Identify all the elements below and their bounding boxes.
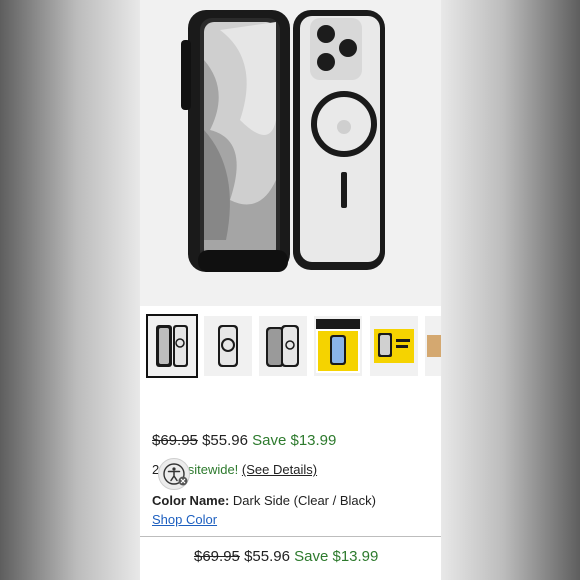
see-details-link[interactable]: (See Details) <box>242 462 317 477</box>
sticky-bar-divider <box>140 536 441 537</box>
hero-product-image[interactable] <box>140 0 441 306</box>
right-blur-border <box>441 0 580 580</box>
sticky-savings-text: Save $13.99 <box>294 548 379 565</box>
color-name-row: Color Name: Dark Side (Clear / Black) <box>152 493 376 508</box>
thumb-yellow-ad[interactable] <box>370 316 418 376</box>
magsafe-alignment-bar <box>341 172 347 208</box>
sticky-list-price: $69.95 <box>194 548 240 565</box>
left-blur-border <box>0 0 140 580</box>
color-name-value: Dark Side (Clear / Black) <box>232 493 376 508</box>
shop-color-link[interactable]: Shop Color <box>152 512 217 527</box>
thumb-back-ring[interactable] <box>204 316 252 376</box>
accessibility-button[interactable] <box>158 458 190 490</box>
thumb-partial[interactable] <box>425 316 441 376</box>
list-price: $69.95 <box>152 432 198 449</box>
thumb-front-back[interactable] <box>146 314 198 378</box>
thumbnail-strip <box>140 312 441 384</box>
price-block: $69.95 $55.96 Save $13.99 <box>152 432 336 449</box>
color-name-label: Color Name: <box>152 493 230 508</box>
camera-lens-2 <box>317 53 335 71</box>
camera-lens-3 <box>339 39 357 57</box>
product-page: $69.95 $55.96 Save $13.99 2 f sitewide! … <box>140 0 441 580</box>
phone-case-illustration <box>181 10 385 272</box>
sale-price: $55.96 <box>202 432 248 449</box>
close-badge-icon <box>178 476 188 486</box>
sticky-price-bar: $69.95 $55.96 Save $13.99 <box>194 548 378 565</box>
savings-text: Save $13.99 <box>252 432 337 449</box>
case-side-grip <box>181 40 191 110</box>
sticky-sale-price: $55.96 <box>244 548 290 565</box>
thumb-screen-protection[interactable] <box>314 316 362 376</box>
camera-lens-1 <box>317 25 335 43</box>
thumb-clear-case[interactable] <box>259 316 307 376</box>
